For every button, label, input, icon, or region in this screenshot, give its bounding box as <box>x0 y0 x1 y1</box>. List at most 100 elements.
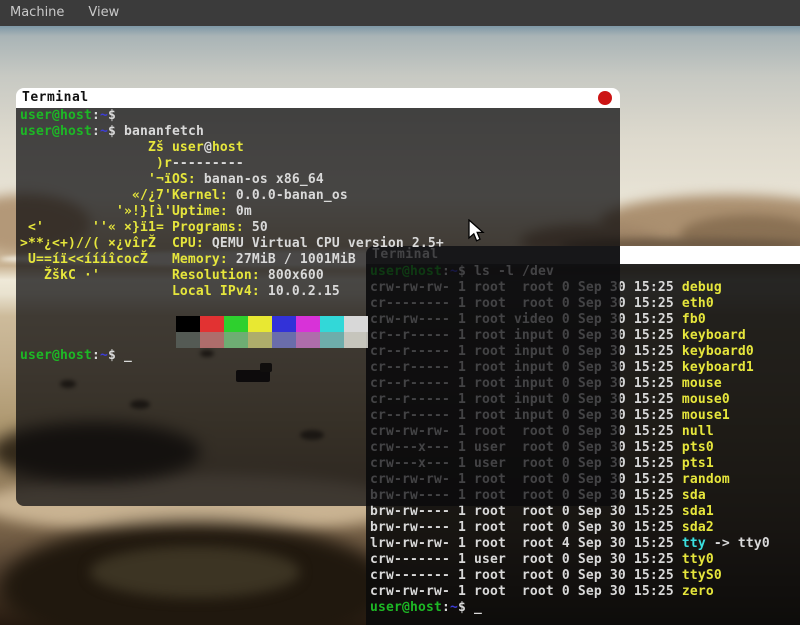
text-segment: mouse1 <box>682 408 730 423</box>
text-segment: $ <box>108 124 124 139</box>
text-segment: U==íï<<íííîcocŽ <box>20 252 172 267</box>
text-segment: ~ <box>450 600 458 615</box>
text-segment: mouse <box>682 376 722 391</box>
terminal-line: brw-rw---- 1 root root 0 Sep 30 15:25 sd… <box>366 520 800 536</box>
palette-block <box>320 332 344 348</box>
terminal-line: lrw-rw-rw- 1 root root 4 Sep 30 15:25 tt… <box>366 536 800 552</box>
palette-block <box>248 316 272 332</box>
terminal-line: Local IPv4: 10.0.2.15 <box>16 284 620 300</box>
menu-view[interactable]: View <box>76 0 131 26</box>
terminal-line: U==íï<<íííîcocŽ Memory: 27MiB / 1001MiB <box>16 252 620 268</box>
terminal-line: crw------- 1 root root 0 Sep 30 15:25 tt… <box>366 568 800 584</box>
text-segment: Memory: <box>172 252 228 267</box>
palette-block <box>176 316 200 332</box>
palette-block <box>200 316 224 332</box>
text-segment: 0.0.0-banan_os <box>228 188 348 203</box>
text-segment: : <box>442 600 450 615</box>
terminal-line: «/¿7'Kernel: 0.0.0-banan_os <box>16 188 620 204</box>
menu-machine[interactable]: Machine <box>0 0 76 26</box>
text-segment: '»!}[ì' <box>20 204 172 219</box>
terminal-line: '»!}[ì'Uptime: 0m <box>16 204 620 220</box>
vm-menubar: Machine View <box>0 0 800 26</box>
terminal-line: user@host:~$ _ <box>366 600 800 616</box>
text-segment: 10.0.2.15 <box>260 284 340 299</box>
text-segment: ~ <box>100 108 108 123</box>
terminal1-output[interactable]: user@host:~$ user@host:~$ bananfetch Zš … <box>16 108 620 506</box>
text-segment: sda <box>682 488 706 503</box>
rock-patch <box>90 546 300 598</box>
text-segment: : <box>92 124 100 139</box>
terminal-line: )r--------- <box>16 156 620 172</box>
text-segment: : <box>92 108 100 123</box>
terminal-line: user@host:~$ bananfetch <box>16 124 620 140</box>
text-segment: Programs: <box>172 220 244 235</box>
text-segment: crw------- 1 user root 0 Sep 30 15:25 <box>370 552 682 567</box>
text-segment <box>20 284 172 299</box>
text-segment: Kernel: <box>172 188 228 203</box>
text-segment: pts0 <box>682 440 714 455</box>
text-segment: user <box>172 140 204 155</box>
terminal-line: ŽškC ·' Resolution: 800x600 <box>16 268 620 284</box>
terminal-line: Zš user@host <box>16 140 620 156</box>
text-segment: user@host <box>20 348 92 363</box>
text-segment: ttyS0 <box>682 568 722 583</box>
palette-block <box>248 332 272 348</box>
text-segment: bananfetch <box>124 124 204 139</box>
text-segment: _ <box>124 348 132 363</box>
terminal-line: brw-rw---- 1 root root 0 Sep 30 15:25 sd… <box>366 504 800 520</box>
text-segment: fb0 <box>682 312 706 327</box>
text-segment: lrw-rw-rw- 1 root root 4 Sep 30 15:25 <box>370 536 682 551</box>
text-segment: tty <box>682 536 706 551</box>
text-segment: 800x600 <box>260 268 324 283</box>
text-segment: >**¿<+)//( ×¿vîrŽ <box>20 236 172 251</box>
text-segment: Uptime: <box>172 204 228 219</box>
terminal-line: <' ''« ×}ï1= Programs: 50 <box>16 220 620 236</box>
text-segment: crw------- 1 root root 0 Sep 30 15:25 <box>370 568 682 583</box>
terminal-line: '¬ïOS: banan-os x86_64 <box>16 172 620 188</box>
vm-screen: Terminal user@host:~$ ls -l /devcrw-rw-r… <box>0 0 800 625</box>
text-segment: $ <box>458 600 474 615</box>
text-segment: keyboard1 <box>682 360 754 375</box>
text-segment: <' ''« ×}ï1= <box>20 220 172 235</box>
text-segment: sda2 <box>682 520 714 535</box>
text-segment: Local IPv4: <box>172 284 260 299</box>
mouse-cursor <box>468 219 486 249</box>
text-segment: sda1 <box>682 504 714 519</box>
palette-block <box>344 316 368 332</box>
palette-block <box>344 332 368 348</box>
text-segment: eth0 <box>682 296 714 311</box>
terminal-line: user@host:~$ _ <box>16 348 620 364</box>
text-segment: null <box>682 424 714 439</box>
text-segment: crw-rw-rw- 1 root root 0 Sep 30 15:25 <box>370 584 682 599</box>
text-segment: ~ <box>100 348 108 363</box>
terminal-line: >**¿<+)//( ×¿vîrŽ CPU: QEMU Virtual CPU … <box>16 236 620 252</box>
palette-block <box>320 316 344 332</box>
text-segment: _ <box>474 600 482 615</box>
text-segment: keyboard0 <box>682 344 754 359</box>
palette-block <box>272 332 296 348</box>
text-segment: debug <box>682 280 722 295</box>
text-segment: ŽškC ·' <box>20 268 172 283</box>
text-segment: $ <box>108 348 124 363</box>
text-segment: QEMU Virtual CPU version 2.5+ <box>204 236 444 251</box>
text-segment: 27MiB / 1001MiB <box>228 252 356 267</box>
text-segment: pts1 <box>682 456 714 471</box>
terminal1-titlebar[interactable]: Terminal <box>16 88 620 108</box>
text-segment: -> tty0 <box>706 536 770 551</box>
close-button[interactable] <box>598 91 612 105</box>
text-segment: user@host <box>20 108 92 123</box>
palette-block <box>272 316 296 332</box>
text-segment: $ <box>108 108 124 123</box>
palette-block <box>200 332 224 348</box>
text-segment: Resolution: <box>172 268 260 283</box>
text-segment: user@host <box>20 124 92 139</box>
palette-block <box>224 332 248 348</box>
terminal-line <box>16 316 620 332</box>
terminal-line <box>16 300 620 316</box>
text-segment: Zš <box>20 140 172 155</box>
text-segment: 0m <box>228 204 252 219</box>
text-segment: user@host <box>370 600 442 615</box>
text-segment: random <box>682 472 730 487</box>
palette-block <box>296 316 320 332</box>
terminal-window-focused[interactable]: Terminal user@host:~$ user@host:~$ banan… <box>16 88 620 506</box>
